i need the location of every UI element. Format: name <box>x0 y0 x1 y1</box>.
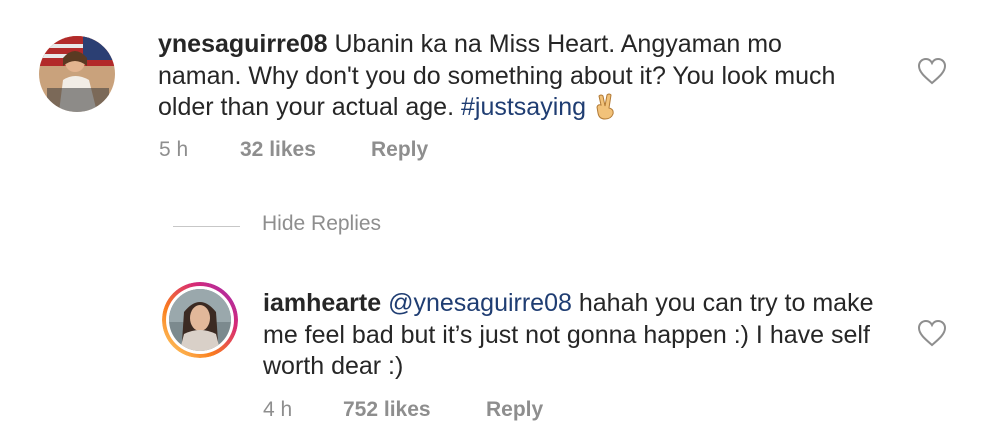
comment-timestamp: 5 h <box>159 138 189 161</box>
reply-button[interactable]: Reply <box>486 398 543 422</box>
comment-meta: 4 h 752 likes Reply <box>0 398 700 428</box>
comment-text: ynesaguirre08 Ubanin ka na Miss Heart. A… <box>158 29 838 124</box>
victory-hand-icon <box>596 93 614 120</box>
likes-count[interactable]: 752 likes <box>343 398 431 422</box>
comment-timestamp: 4 h <box>263 398 293 421</box>
avatar[interactable] <box>162 282 238 358</box>
heart-outline-icon[interactable] <box>917 57 947 85</box>
hide-replies-label[interactable]: Hide Replies <box>262 212 381 236</box>
divider <box>173 226 240 227</box>
comment-username[interactable]: iamhearte <box>263 289 381 317</box>
reply-button[interactable]: Reply <box>371 138 428 162</box>
comment-text: iamhearte @ynesaguirre08 hahah you can t… <box>263 288 883 383</box>
comment-iamhearte: iamhearte @ynesaguirre08 hahah you can t… <box>0 270 1000 432</box>
mention-link[interactable]: @ynesaguirre08 <box>388 289 572 317</box>
comment-ynesaguirre08: ynesaguirre08 Ubanin ka na Miss Heart. A… <box>0 0 1000 200</box>
comment-username[interactable]: ynesaguirre08 <box>158 30 328 58</box>
hashtag-link[interactable]: #justsaying <box>461 93 586 121</box>
likes-count[interactable]: 32 likes <box>240 138 316 162</box>
avatar[interactable] <box>39 36 115 112</box>
comment-meta: 5 h 32 likes Reply <box>0 138 600 168</box>
heart-outline-icon[interactable] <box>917 319 947 347</box>
